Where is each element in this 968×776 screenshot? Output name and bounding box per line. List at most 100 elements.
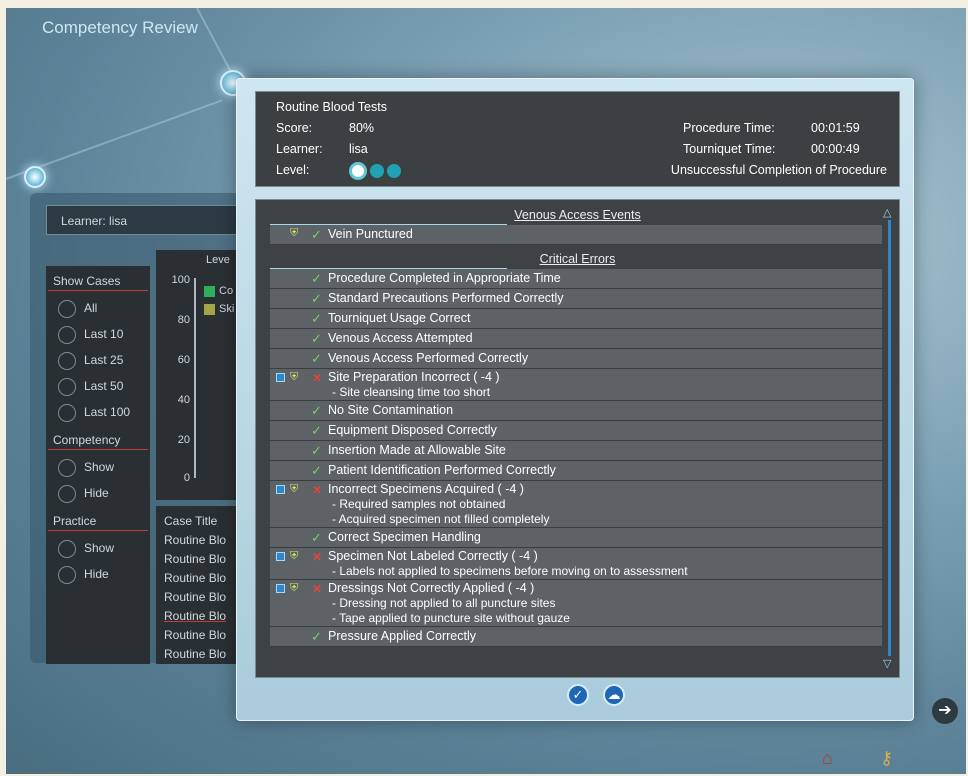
check-icon: ✓	[311, 463, 322, 478]
result-label: Dressings Not Correctly Applied ( -4 )	[328, 581, 535, 595]
result-label: Venous Access Attempted	[328, 331, 473, 345]
last-50-radio[interactable]: Last 50	[46, 373, 150, 399]
check-icon: ✓	[311, 403, 322, 418]
results-list[interactable]: Venous Access Events Vein Punctured ⛨ ✓ Cr…	[255, 199, 900, 678]
check-icon: ✓	[311, 271, 322, 286]
check-icon: ✓	[572, 687, 584, 702]
result-row[interactable]: Standard Precautions Performed Correctly…	[270, 289, 882, 309]
procedure-time-label: Procedure Time:	[683, 121, 775, 135]
result-label: Correct Specimen Handling	[328, 530, 481, 544]
last-100-radio[interactable]: Last 100	[46, 399, 150, 425]
y-tick: 100	[171, 274, 190, 286]
competency-hide-radio[interactable]: Hide	[46, 480, 150, 506]
collapse-minus-icon[interactable]	[276, 373, 285, 382]
learner-value: lisa	[349, 142, 368, 156]
x-icon: ✕	[312, 550, 323, 564]
check-icon: ✓	[311, 443, 322, 458]
result-row[interactable]: Venous Access Performed Correctly ✓	[270, 349, 882, 369]
mask-icon[interactable]: ⛨	[290, 582, 302, 596]
result-row[interactable]: Tourniquet Usage Correct ✓	[270, 309, 882, 329]
mask-icon[interactable]: ⛨	[290, 371, 302, 385]
collapse-minus-icon[interactable]	[276, 485, 285, 494]
last-25-radio[interactable]: Last 25	[46, 347, 150, 373]
result-label: Incorrect Specimens Acquired ( -4 )	[328, 482, 524, 496]
timeline-node[interactable]	[24, 166, 46, 188]
result-label: Specimen Not Labeled Correctly ( -4 )	[328, 549, 538, 563]
tourniquet-time-label: Tourniquet Time:	[683, 142, 776, 156]
summary-panel: Routine Blood Tests Score: 80% Learner: …	[255, 91, 900, 187]
critical-errors-list: Procedure Completed in Appropriate Time ✓…	[256, 269, 899, 647]
result-row[interactable]: Equipment Disposed Correctly ✓	[270, 421, 882, 441]
procedure-name: Routine Blood Tests	[276, 100, 387, 114]
collapse-minus-icon[interactable]	[276, 584, 285, 593]
collapse-minus-icon[interactable]	[276, 552, 285, 561]
result-detail: - Tape applied to puncture site without …	[332, 611, 570, 625]
critical-errors-header: Critical Errors	[256, 250, 899, 269]
result-row[interactable]: Insertion Made at Allowable Site ✓	[270, 441, 882, 461]
learner-label: Learner:	[276, 142, 323, 156]
result-label: Pressure Applied Correctly	[328, 629, 476, 643]
level-2-icon	[370, 163, 384, 178]
scroll-thumb[interactable]	[888, 220, 891, 656]
y-tick: 0	[183, 472, 190, 484]
completion-status: Unsuccessful Completion of Procedure	[670, 163, 887, 177]
y-tick: 80	[177, 314, 190, 326]
result-row[interactable]: Venous Access Attempted ✓	[270, 329, 882, 349]
cloud-button[interactable]: ☁	[603, 684, 625, 706]
filter-sidebar: Show Cases All Last 10 Last 25 Last 50 L…	[46, 266, 150, 664]
tourniquet-time-value: 00:00:49	[811, 142, 860, 156]
mask-icon[interactable]: ⛨	[290, 227, 302, 241]
legend-label: Co	[219, 285, 234, 297]
result-label: Standard Precautions Performed Correctly	[328, 291, 564, 305]
check-icon: ✓	[311, 311, 322, 326]
score-value: 80%	[349, 121, 375, 135]
show-all-radio[interactable]: All	[46, 295, 150, 321]
result-row[interactable]: Site Preparation Incorrect ( -4 ) ⛨ ✕ - Sit…	[270, 369, 882, 401]
scroll-up-icon[interactable]: △	[883, 206, 891, 219]
result-label: Site Preparation Incorrect ( -4 )	[328, 370, 500, 384]
chart-axis	[194, 278, 196, 478]
check-icon: ✓	[311, 227, 322, 242]
result-row[interactable]: Pressure Applied Correctly ✓	[270, 627, 882, 647]
x-icon: ✕	[312, 371, 323, 385]
competency-header: Competency	[48, 431, 148, 450]
legend-swatch	[204, 304, 215, 315]
practice-hide-radio[interactable]: Hide	[46, 561, 150, 587]
result-row[interactable]: Vein Punctured ⛨ ✓	[270, 225, 882, 245]
next-arrow-icon[interactable]: ➔	[932, 698, 958, 724]
window-title: Competency Review	[42, 18, 198, 37]
level-3-icon	[387, 163, 401, 178]
result-row[interactable]: Specimen Not Labeled Correctly ( -4 ) ⛨ ✕ -…	[270, 548, 882, 580]
result-row[interactable]: Incorrect Specimens Acquired ( -4 ) ⛨ ✕ - R…	[270, 481, 882, 528]
home-icon[interactable]: ⌂	[822, 748, 848, 768]
practice-show-radio[interactable]: Show	[46, 535, 150, 561]
scroll-down-icon[interactable]: ▽	[883, 657, 891, 670]
result-row[interactable]: Procedure Completed in Appropriate Time ✓	[270, 269, 882, 289]
result-label: Procedure Completed in Appropriate Time	[328, 271, 561, 285]
y-tick: 60	[177, 354, 190, 366]
learner-label: Learner:	[61, 214, 106, 228]
score-label: Score:	[276, 121, 313, 135]
results-dialog: Routine Blood Tests Score: 80% Learner: …	[236, 78, 914, 721]
key-icon[interactable]: ⚷	[880, 748, 893, 769]
mask-icon[interactable]: ⛨	[290, 483, 302, 497]
result-detail: - Acquired specimen not filled completel…	[332, 512, 550, 526]
competency-show-radio[interactable]: Show	[46, 454, 150, 480]
app-root: Competency Review Learner: lisa Show Cas…	[0, 0, 968, 776]
result-label: Equipment Disposed Correctly	[328, 423, 497, 437]
venous-access-header: Venous Access Events	[256, 206, 899, 225]
result-detail: - Required samples not obtained	[332, 497, 506, 511]
result-row[interactable]: No Site Contamination ✓	[270, 401, 882, 421]
result-label: Vein Punctured	[328, 227, 413, 241]
last-10-radio[interactable]: Last 10	[46, 321, 150, 347]
cloud-icon: ☁	[607, 687, 621, 702]
chart-header: Leve	[206, 254, 230, 266]
result-row[interactable]: Correct Specimen Handling ✓	[270, 528, 882, 548]
check-icon: ✓	[311, 351, 322, 366]
mask-icon[interactable]: ⛨	[290, 550, 302, 564]
result-row[interactable]: Dressings Not Correctly Applied ( -4 ) ⛨ ✕…	[270, 580, 882, 627]
scrollbar[interactable]: △ ▽	[883, 206, 895, 670]
ok-button[interactable]: ✓	[567, 684, 589, 706]
practice-header: Practice	[48, 512, 148, 531]
result-row[interactable]: Patient Identification Performed Correct…	[270, 461, 882, 481]
